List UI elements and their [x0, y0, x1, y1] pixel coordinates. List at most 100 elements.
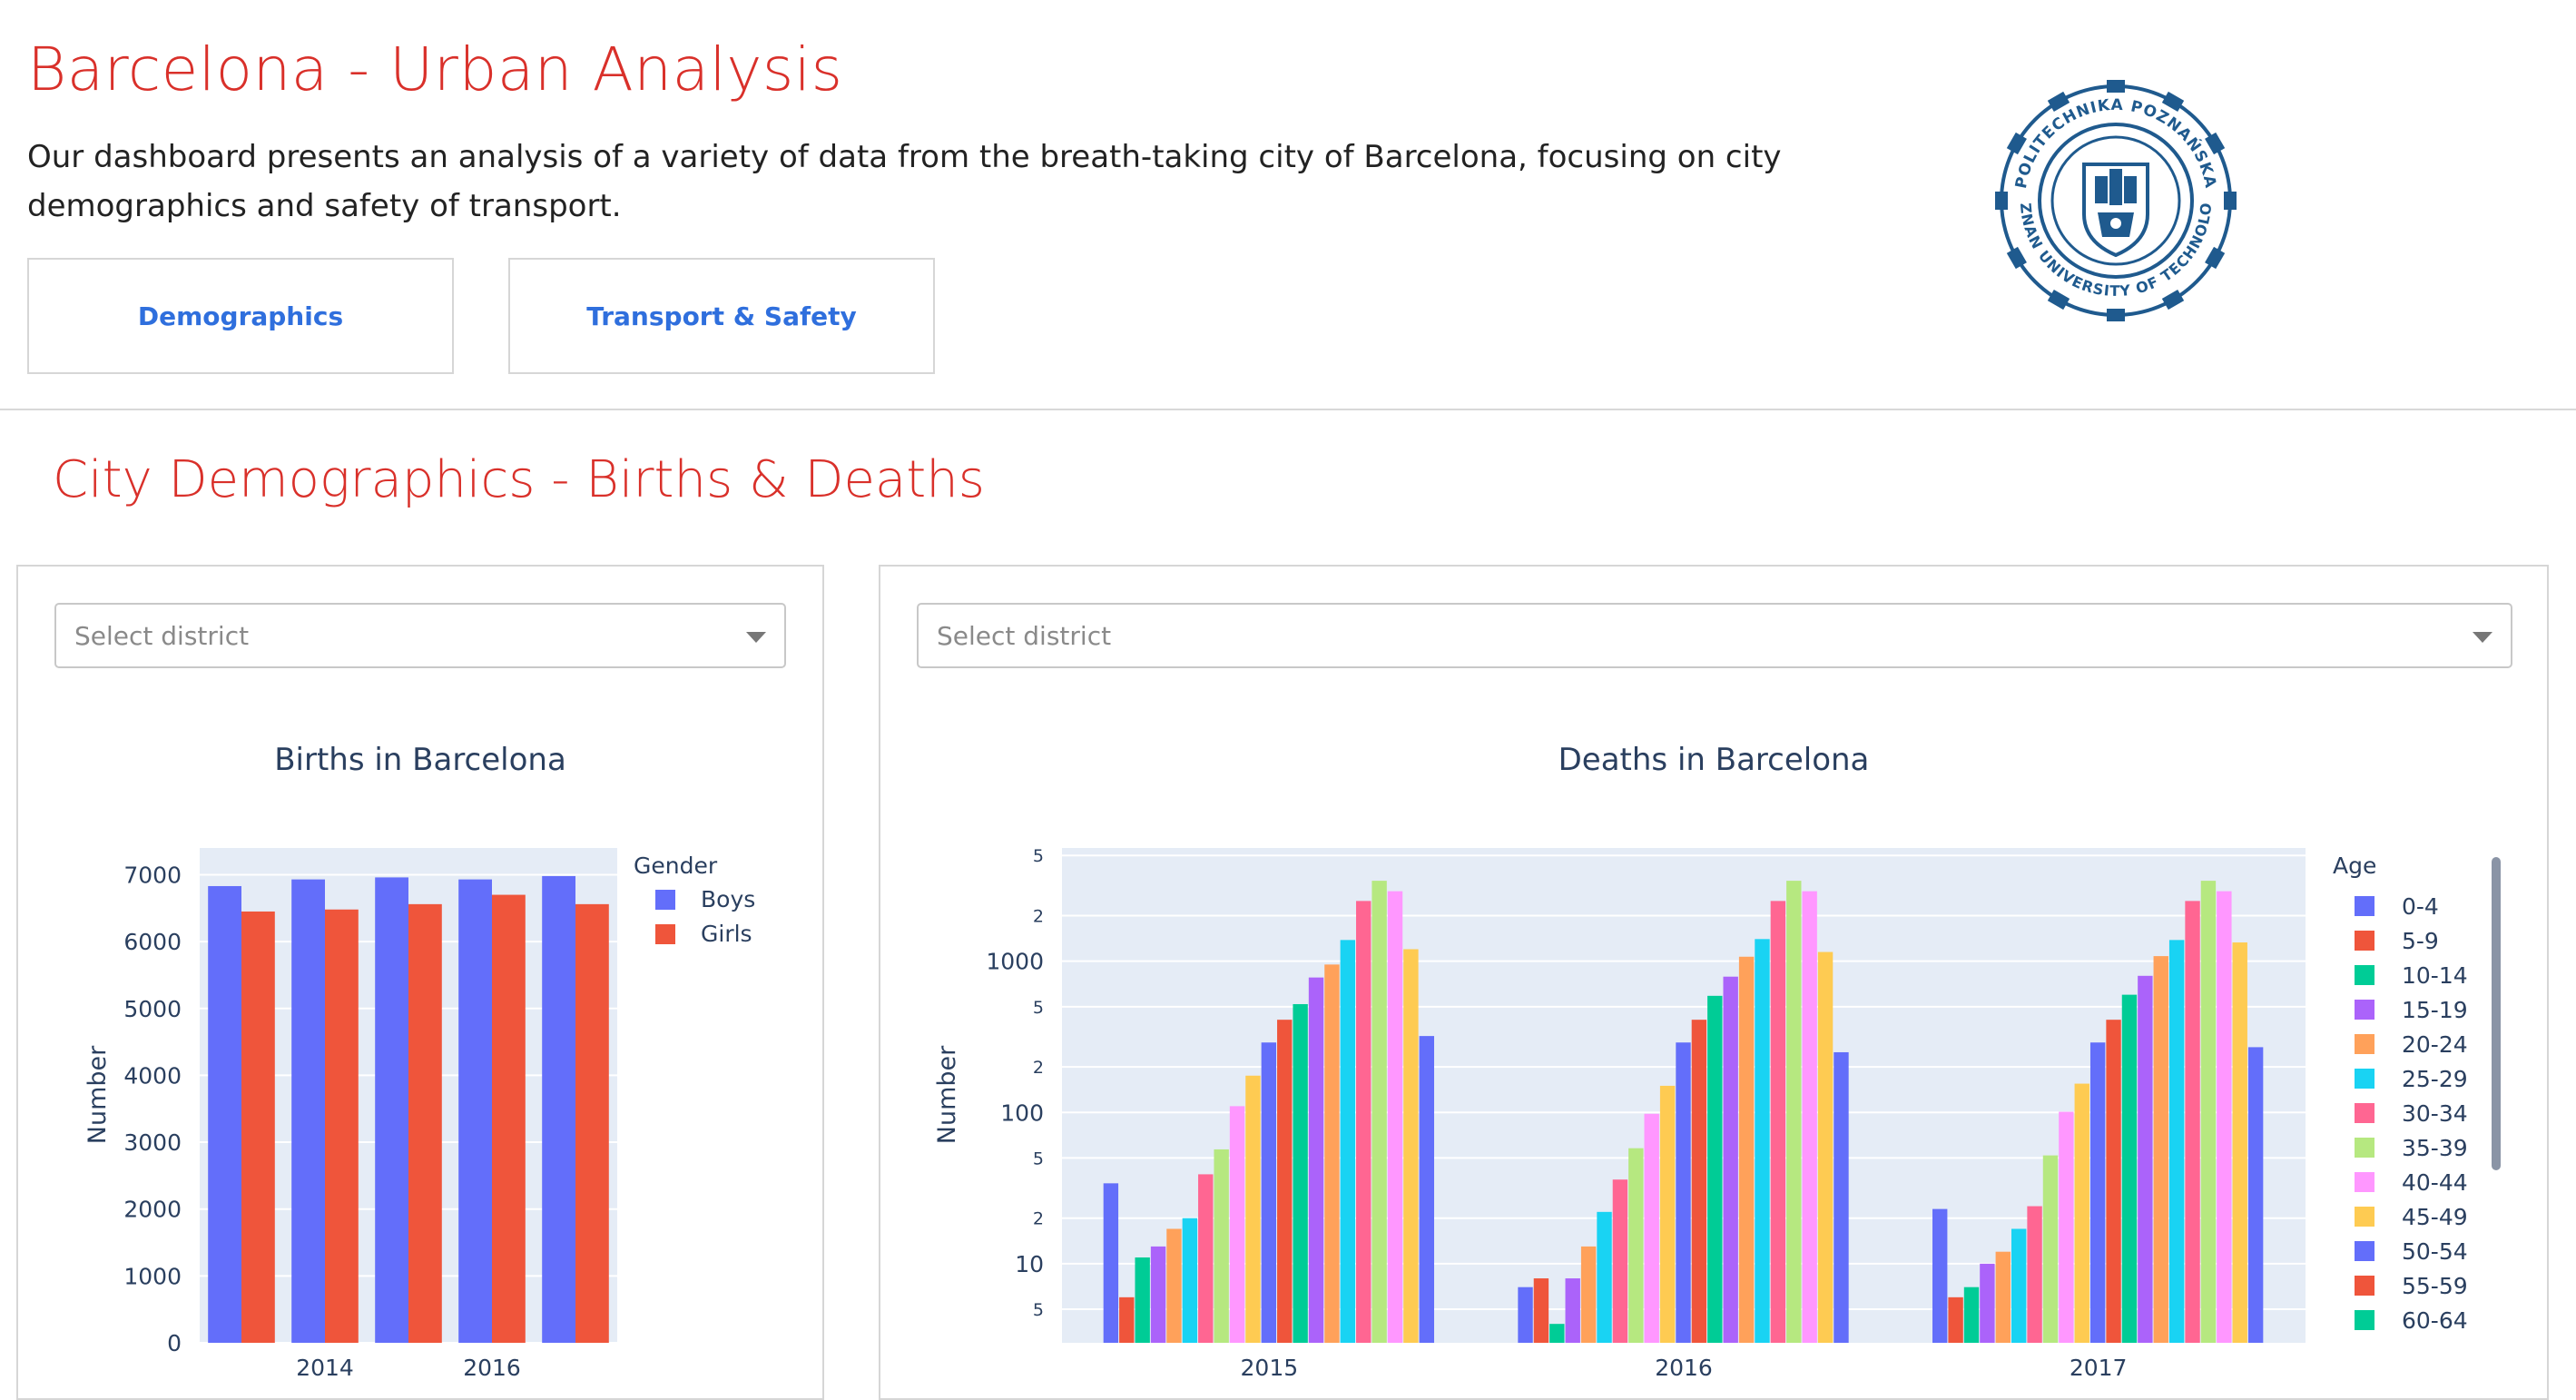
bar-age-30-34: [1612, 1179, 1628, 1343]
bar-age-25-29: [1597, 1211, 1612, 1343]
bar-age-0-4: [1103, 1183, 1119, 1343]
bar-age-55-59: [1691, 1020, 1707, 1343]
y-tick-label: 10: [1015, 1251, 1044, 1277]
page-description: Our dashboard presents an analysis of a …: [27, 139, 1782, 224]
x-tick-label: 2016: [463, 1355, 521, 1381]
bar-age-20-24: [1995, 1251, 2011, 1343]
legend-item: 5-9: [2402, 928, 2439, 954]
legend-swatch: [2355, 1241, 2374, 1261]
legend-title: Gender: [634, 853, 718, 879]
legend-swatch: [2355, 1310, 2374, 1330]
legend-item: 10-14: [2402, 962, 2468, 989]
bar-age-50-54: [2089, 1042, 2106, 1343]
bar-age-35-39: [2042, 1155, 2059, 1343]
bar-age-25-29: [2011, 1228, 2027, 1343]
bar-boys: [291, 879, 325, 1343]
bar-age-30-34: [2027, 1206, 2042, 1343]
bar-age-35-39: [1628, 1148, 1644, 1343]
legend-swatch: [2355, 965, 2374, 985]
bar-age-70-74: [2153, 956, 2168, 1343]
bar-age-65-69: [1723, 976, 1738, 1343]
births-panel: Select district 0 1000 2000 3000 4000 5000 600…: [16, 565, 824, 1400]
legend-item: 15-19: [2402, 997, 2468, 1023]
bar-age-80-84: [1356, 901, 1372, 1343]
y-tick-label: 5: [1033, 998, 1044, 1018]
y-tick-label: 5: [1033, 846, 1044, 866]
legend-item: 20-24: [2402, 1031, 2468, 1058]
bar-age-45-49: [2074, 1083, 2089, 1343]
legend-swatch: [655, 890, 675, 910]
bar-age-50-54: [1676, 1042, 1691, 1343]
page-title: Barcelona - Urban Analysis: [27, 35, 843, 104]
legend-swatch: [2355, 1069, 2374, 1089]
bar-age-0-4: [1932, 1208, 1948, 1343]
legend-item: 60-64: [2402, 1307, 2468, 1334]
y-tick-label: 2: [1033, 1209, 1044, 1229]
bar-age->=100: [2247, 1047, 2264, 1343]
bar-girls: [325, 909, 359, 1343]
bar-age-60-64: [1707, 995, 1723, 1343]
y-tick-label: 5000: [123, 996, 182, 1022]
demographics-button[interactable]: Demographics: [27, 258, 454, 374]
y-tick-label: 6000: [123, 929, 182, 955]
bar-age->=100: [1834, 1051, 1849, 1343]
bar-age-90-94: [2217, 891, 2232, 1343]
y-tick-label: 3000: [123, 1129, 182, 1156]
bar-age-65-69: [2138, 975, 2153, 1343]
bar-age-65-69: [1308, 977, 1324, 1343]
bar-age-30-34: [1198, 1174, 1214, 1343]
legend-swatch: [2355, 1000, 2374, 1020]
legend-item: 40-44: [2402, 1169, 2468, 1196]
legend-item: 0-4: [2402, 893, 2439, 920]
bar-girls: [492, 894, 526, 1343]
legend-swatch: [2355, 1207, 2374, 1227]
y-tick-label: 2: [1033, 1058, 1044, 1078]
bar-age-55-59: [2106, 1020, 2121, 1343]
bar-age-40-44: [1229, 1106, 1245, 1343]
legend-item: 35-39: [2402, 1135, 2468, 1161]
bar-age-85-89: [1372, 881, 1387, 1343]
bar-age-10-14: [1549, 1324, 1565, 1343]
legend-item: 45-49: [2402, 1204, 2468, 1230]
y-tick-label: 5: [1033, 1300, 1044, 1320]
legend-scrollbar[interactable]: [2492, 857, 2501, 1170]
x-tick-label: 2014: [296, 1355, 354, 1381]
legend-swatch: [2355, 1276, 2374, 1296]
bar-age-40-44: [2059, 1111, 2074, 1343]
bar-age-40-44: [1644, 1113, 1659, 1343]
legend-swatch: [2355, 1103, 2374, 1123]
bar-boys: [208, 885, 241, 1343]
bar-age-95+: [1403, 949, 1419, 1343]
bar-age-75-79: [1755, 939, 1770, 1343]
bar-age-45-49: [1245, 1075, 1261, 1343]
transport-safety-button[interactable]: Transport & Safety: [508, 258, 935, 374]
legend-item: Boys: [701, 886, 755, 912]
university-logo: POLITECHNIKA POZNAŃSKA POZNAN UNIVERSITY…: [1993, 78, 2237, 321]
y-tick-label: 2000: [123, 1197, 182, 1223]
bar-age-15-19: [1150, 1246, 1166, 1343]
bar-age-75-79: [2168, 940, 2185, 1343]
y-tick-label: 4000: [123, 1062, 182, 1089]
bar-age-85-89: [2200, 881, 2217, 1343]
chart-title: Deaths in Barcelona: [1558, 742, 1870, 778]
y-tick-label: 2: [1033, 907, 1044, 927]
legend-swatch: [2355, 1138, 2374, 1158]
bar-age-55-59: [1277, 1020, 1293, 1343]
legend-title: Age: [2333, 853, 2376, 879]
deaths-chart: 5 10 2 5 100 2 5 1000 2 5 2015 2016 2017 Deaths in Ba…: [933, 742, 2501, 1381]
bar-age-15-19: [1565, 1278, 1580, 1343]
births-chart: 0 1000 2000 3000 4000 5000 6000 7000 2014 2016 Bir…: [84, 742, 755, 1381]
x-tick-label: 2016: [1655, 1355, 1713, 1381]
bar-age-5-9: [1119, 1296, 1135, 1343]
legend-item: 25-29: [2402, 1066, 2468, 1092]
bar-age-35-39: [1214, 1149, 1229, 1343]
deaths-panel: Select district 5 10 2 5 100 2 5 1000 2 5 2015 2016…: [879, 565, 2549, 1400]
bar-age-20-24: [1580, 1246, 1597, 1343]
y-tick-label: 100: [1000, 1099, 1044, 1126]
legend-item: 55-59: [2402, 1273, 2468, 1299]
bar-age-80-84: [2185, 901, 2200, 1343]
legend-item: Girls: [701, 921, 752, 947]
bar-age-10-14: [1963, 1287, 1980, 1343]
header: Barcelona - Urban Analysis Our dashboard…: [0, 0, 2576, 410]
bar-age-95+: [1817, 951, 1834, 1343]
